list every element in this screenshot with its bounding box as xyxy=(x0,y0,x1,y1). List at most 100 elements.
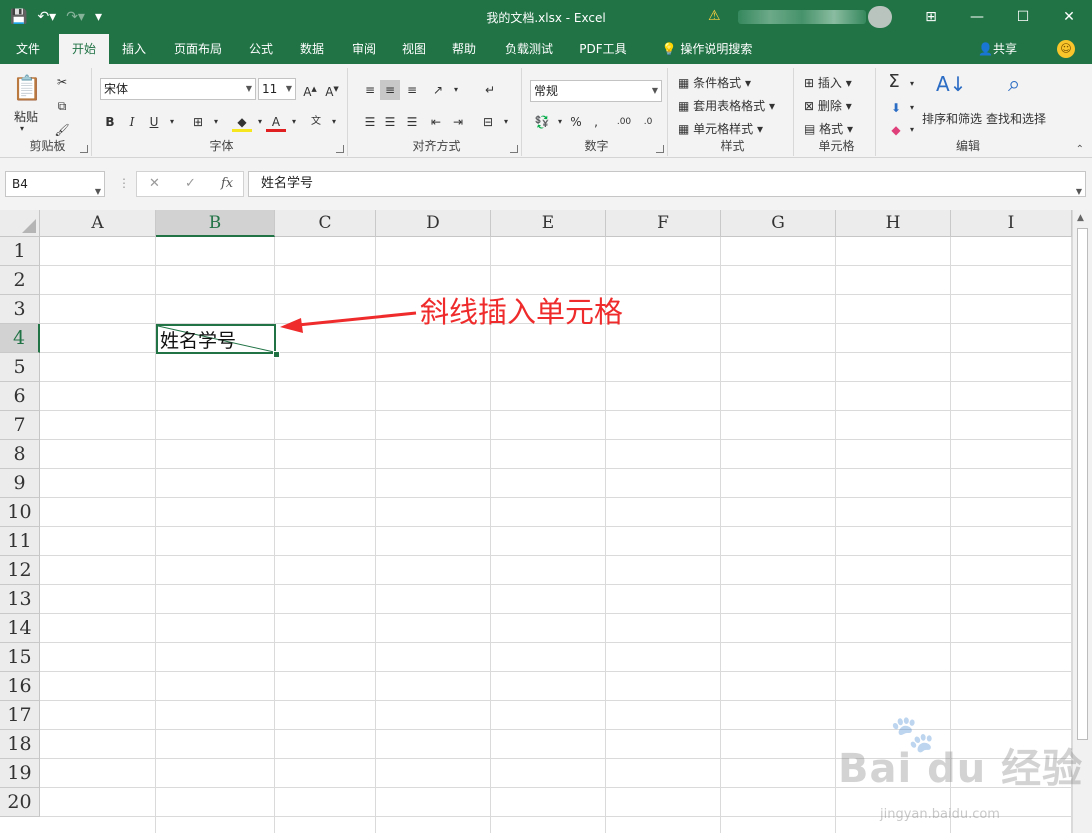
maximize-button[interactable]: ☐ xyxy=(1000,0,1046,34)
avatar[interactable] xyxy=(868,6,892,28)
tab-load-test[interactable]: 负载测试 xyxy=(496,34,562,64)
tab-file[interactable]: 文件 xyxy=(6,34,50,64)
row-header-15[interactable]: 15 xyxy=(0,643,40,672)
insert-function-icon[interactable]: fx xyxy=(221,176,233,191)
merge-center-icon[interactable]: ⊟ xyxy=(478,112,498,132)
tab-data[interactable]: 数据 xyxy=(290,34,334,64)
column-header-b[interactable]: B xyxy=(156,210,275,237)
decrease-indent-icon[interactable]: ⇤ xyxy=(426,112,446,132)
font-launcher-icon[interactable] xyxy=(336,145,344,153)
align-bottom-icon[interactable]: ≡ xyxy=(402,80,422,100)
clipboard-launcher-icon[interactable] xyxy=(80,145,88,153)
align-left-icon[interactable]: ☰ xyxy=(360,112,380,132)
tab-formulas[interactable]: 公式 xyxy=(240,34,282,64)
tab-help[interactable]: 帮助 xyxy=(443,34,485,64)
percent-style-icon[interactable]: % xyxy=(566,112,586,132)
share-button[interactable]: 👤共享 xyxy=(978,34,1017,64)
sort-filter-button[interactable]: 排序和筛选 xyxy=(922,110,982,127)
column-header-a[interactable]: A xyxy=(40,210,156,237)
column-header-d[interactable]: D xyxy=(376,210,491,237)
tab-page-layout[interactable]: 页面布局 xyxy=(164,34,232,64)
cell-styles-button[interactable]: ▦ 单元格样式 ▾ xyxy=(678,120,763,137)
column-header-f[interactable]: F xyxy=(606,210,721,237)
orientation-icon[interactable]: ↗ xyxy=(428,80,448,100)
align-right-icon[interactable]: ☰ xyxy=(402,112,422,132)
row-header-12[interactable]: 12 xyxy=(0,556,40,585)
formula-input[interactable]: 姓名学号 ▼ xyxy=(248,171,1086,197)
fill-dropdown-icon[interactable]: ▾ xyxy=(902,98,922,118)
row-header-19[interactable]: 19 xyxy=(0,759,40,788)
row-header-11[interactable]: 11 xyxy=(0,527,40,556)
number-format-select[interactable]: 常规 ▼ xyxy=(530,80,662,102)
orientation-dropdown-icon[interactable]: ▾ xyxy=(446,80,466,100)
row-header-10[interactable]: 10 xyxy=(0,498,40,527)
cut-icon[interactable]: ✂ xyxy=(52,72,72,92)
row-header-4[interactable]: 4 xyxy=(0,324,40,353)
column-header-i[interactable]: I xyxy=(951,210,1072,237)
fill-handle[interactable] xyxy=(273,351,280,358)
column-header-g[interactable]: G xyxy=(721,210,836,237)
row-header-3[interactable]: 3 xyxy=(0,295,40,324)
paste-dropdown-icon[interactable]: ▾ xyxy=(20,124,24,133)
row-header-9[interactable]: 9 xyxy=(0,469,40,498)
find-select-button[interactable]: 查找和选择 xyxy=(986,110,1046,127)
row-header-2[interactable]: 2 xyxy=(0,266,40,295)
increase-font-icon[interactable]: A▲ xyxy=(300,79,320,99)
align-center-icon[interactable]: ☰ xyxy=(380,112,400,132)
smiley-feedback-icon[interactable]: ☺ xyxy=(1057,40,1075,58)
scrollbar-thumb[interactable] xyxy=(1077,228,1088,740)
row-header-17[interactable]: 17 xyxy=(0,701,40,730)
font-color-dropdown-icon[interactable]: ▾ xyxy=(284,112,304,132)
paste-button[interactable]: 粘贴 xyxy=(14,108,38,125)
close-button[interactable]: ✕ xyxy=(1046,0,1092,34)
tab-insert[interactable]: 插入 xyxy=(114,34,154,64)
number-launcher-icon[interactable] xyxy=(656,145,664,153)
underline-button[interactable]: U xyxy=(144,112,164,132)
tab-review[interactable]: 审阅 xyxy=(342,34,386,64)
enter-icon[interactable]: ✓ xyxy=(185,176,196,191)
wrap-text-icon[interactable]: ↵ xyxy=(480,80,500,100)
name-box[interactable]: B4 ▼ xyxy=(5,171,105,197)
borders-dropdown-icon[interactable]: ▾ xyxy=(206,112,226,132)
ribbon-display-options-button[interactable]: ⊞ xyxy=(908,0,954,34)
alignment-launcher-icon[interactable] xyxy=(510,145,518,153)
cancel-icon[interactable]: ✕ xyxy=(149,176,160,191)
italic-button[interactable]: I xyxy=(122,112,142,132)
sort-filter-icon[interactable]: A↓ xyxy=(936,72,966,96)
paste-icon[interactable]: 📋 xyxy=(12,74,42,102)
collapse-ribbon-icon[interactable]: ⌃ xyxy=(1076,144,1084,155)
column-header-c[interactable]: C xyxy=(275,210,376,237)
row-header-7[interactable]: 7 xyxy=(0,411,40,440)
tab-home[interactable]: 开始 xyxy=(59,34,109,64)
column-header-e[interactable]: E xyxy=(491,210,606,237)
row-header-16[interactable]: 16 xyxy=(0,672,40,701)
insert-cells-button[interactable]: ⊞ 插入 ▾ xyxy=(804,74,852,91)
font-color-icon[interactable]: A xyxy=(266,112,286,132)
row-header-13[interactable]: 13 xyxy=(0,585,40,614)
tab-pdf-tools[interactable]: PDF工具 xyxy=(572,34,634,64)
comma-style-icon[interactable]: , xyxy=(586,112,606,132)
font-size-select[interactable]: 11 ▼ xyxy=(258,78,296,100)
font-name-select[interactable]: 宋体 ▼ xyxy=(100,78,256,100)
merge-dropdown-icon[interactable]: ▾ xyxy=(496,112,516,132)
increase-decimal-icon[interactable]: .00 xyxy=(614,112,634,132)
fill-color-icon[interactable]: ◆ xyxy=(232,112,252,132)
underline-dropdown-icon[interactable]: ▾ xyxy=(162,112,182,132)
borders-icon[interactable]: ⊞ xyxy=(188,112,208,132)
align-top-icon[interactable]: ≡ xyxy=(360,80,380,100)
select-all-button[interactable] xyxy=(0,210,40,237)
minimize-button[interactable]: — xyxy=(954,0,1000,34)
phonetic-icon[interactable]: 文 xyxy=(306,112,326,132)
warning-icon[interactable]: ⚠ xyxy=(708,8,721,24)
autosum-icon[interactable]: Σ xyxy=(884,72,904,92)
phonetic-dropdown-icon[interactable]: ▾ xyxy=(324,112,344,132)
format-cells-button[interactable]: ▤ 格式 ▾ xyxy=(804,120,853,137)
format-as-table-button[interactable]: ▦ 套用表格格式 ▾ xyxy=(678,97,775,114)
conditional-formatting-button[interactable]: ▦ 条件格式 ▾ xyxy=(678,74,751,91)
formula-bar-grip-icon[interactable]: ⋮ xyxy=(118,176,130,190)
row-header-1[interactable]: 1 xyxy=(0,237,40,266)
cell-b4[interactable]: 姓名学号 xyxy=(156,324,280,358)
decrease-font-icon[interactable]: A▼ xyxy=(322,79,342,99)
accounting-format-icon[interactable]: 💱 xyxy=(532,112,552,132)
tab-view[interactable]: 视图 xyxy=(393,34,435,64)
